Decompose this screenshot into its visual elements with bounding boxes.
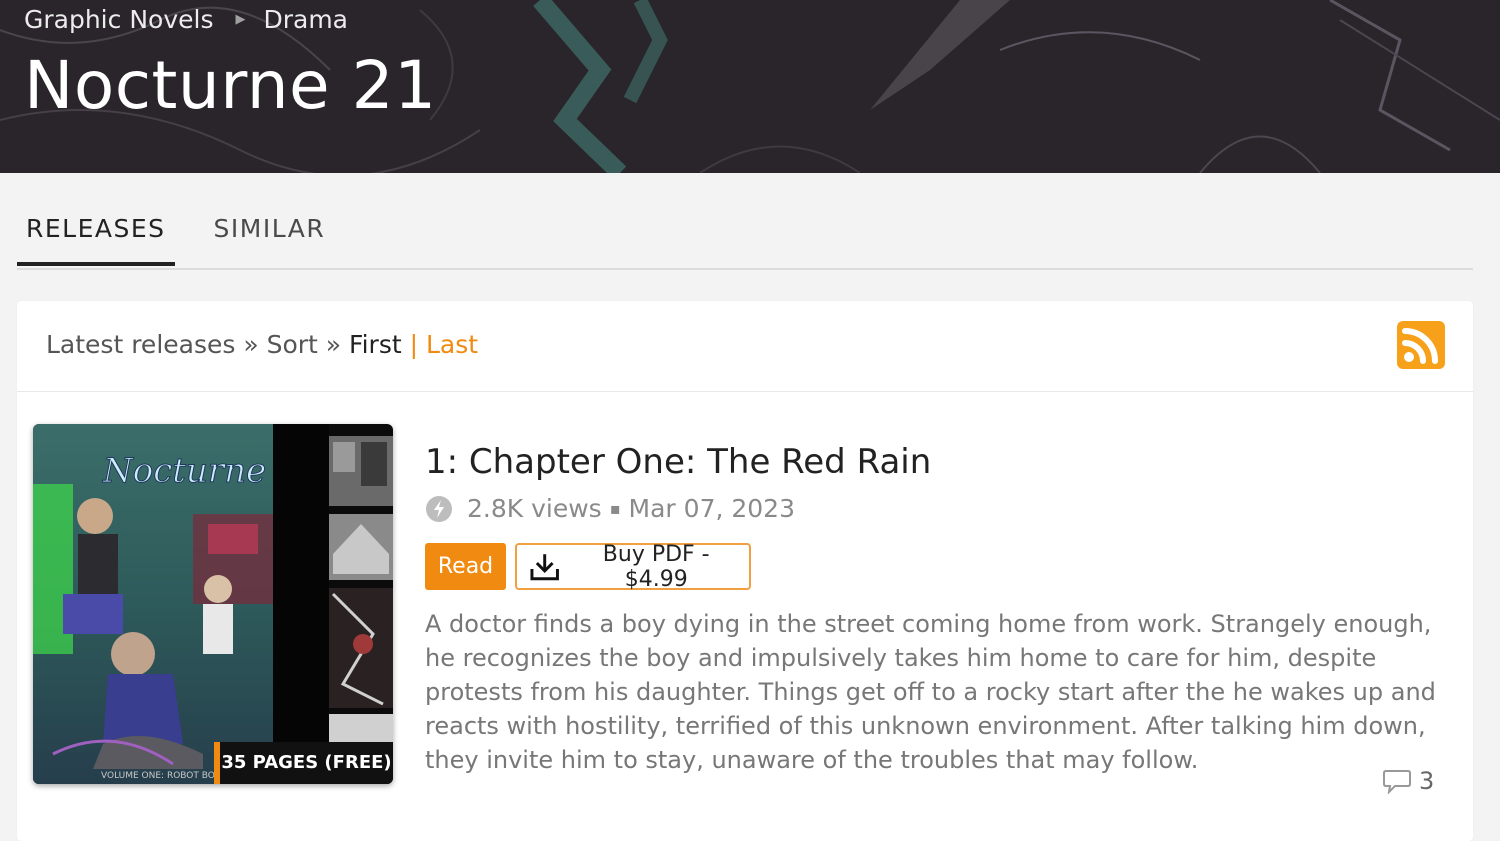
release-views: 2.8K views: [467, 494, 602, 523]
buy-pdf-label: Buy PDF - $4.99: [602, 541, 710, 592]
sort-first-link[interactable]: First: [349, 330, 402, 359]
pages-badge: 35 PAGES (FREE): [214, 742, 393, 784]
release-title[interactable]: 1: Chapter One: The Red Rain: [425, 441, 931, 483]
sort-last-link[interactable]: Last: [426, 330, 478, 359]
breadcrumb: Graphic Novels ▶ Drama: [24, 4, 348, 36]
release-meta: 2.8K views ▪ Mar 07, 2023: [425, 493, 795, 525]
tab-bar: RELEASES SIMILAR: [17, 200, 1473, 270]
rss-icon[interactable]: [1397, 321, 1445, 369]
release-date: Mar 07, 2023: [628, 494, 795, 523]
sort-separator: |: [409, 330, 419, 359]
cover-subtitle-text: VOLUME ONE: ROBOT BOY: [101, 771, 220, 781]
releases-panel-header: Latest releases » Sort » First | Last: [17, 301, 1473, 392]
breadcrumb-drama[interactable]: Drama: [263, 4, 348, 36]
page-title: Nocturne 21: [24, 47, 437, 124]
comment-icon: [1383, 770, 1411, 794]
download-icon: [530, 553, 559, 580]
buy-pdf-button[interactable]: Buy PDF - $4.99: [515, 541, 751, 592]
tab-releases[interactable]: RELEASES: [17, 200, 175, 266]
cover-art: Nocturne 21 VOLUME ONE: ROBOT BOY: [33, 424, 393, 784]
chevron-right-icon: ▶: [235, 12, 246, 27]
releases-panel: Latest releases » Sort » First | Last No…: [17, 301, 1473, 841]
sort-label: Latest releases » Sort »: [46, 330, 342, 359]
tab-similar[interactable]: SIMILAR: [205, 200, 335, 266]
release-description: A doctor finds a boy dying in the street…: [425, 610, 1436, 774]
views-icon: [426, 496, 452, 522]
comments-link[interactable]: 3: [1383, 767, 1434, 795]
meta-separator: ▪: [609, 499, 621, 518]
series-header: Graphic Novels ▶ Drama Nocturne 21: [0, 0, 1500, 173]
sort-controls: Latest releases » Sort » First | Last: [46, 327, 478, 363]
release-cover[interactable]: Nocturne 21 VOLUME ONE: ROBOT BOY 35 PAG…: [33, 424, 393, 784]
read-button[interactable]: Read: [425, 543, 506, 590]
breadcrumb-graphic-novels[interactable]: Graphic Novels: [24, 4, 213, 36]
comment-count: 3: [1419, 767, 1435, 795]
